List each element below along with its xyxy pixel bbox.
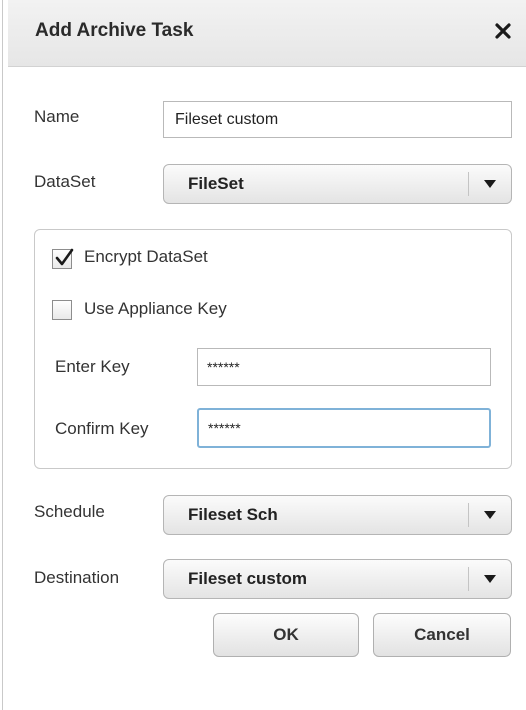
close-icon[interactable] bbox=[486, 14, 520, 48]
schedule-select[interactable]: Fileset Sch bbox=[163, 495, 512, 535]
dialog-titlebar: Add Archive Task bbox=[8, 0, 526, 67]
chevron-down-icon[interactable] bbox=[479, 165, 501, 203]
chevron-down-icon[interactable] bbox=[479, 560, 501, 598]
destination-label: Destination bbox=[34, 568, 120, 587]
schedule-select-value: Fileset Sch bbox=[188, 505, 278, 524]
chevron-down-icon[interactable] bbox=[479, 496, 501, 534]
encryption-group: Encrypt DataSet Use Appliance Key Enter … bbox=[34, 229, 512, 469]
enter-key-label: Enter Key bbox=[55, 357, 130, 376]
use-appliance-key-label: Use Appliance Key bbox=[84, 299, 227, 318]
select-divider bbox=[468, 567, 469, 591]
add-archive-task-dialog: Add Archive Task Name Fileset custom Dat… bbox=[0, 0, 526, 710]
use-appliance-key-checkbox[interactable] bbox=[52, 300, 72, 320]
dialog-border bbox=[2, 0, 3, 710]
checkmark-icon bbox=[55, 248, 74, 266]
enter-key-input[interactable]: ****** bbox=[197, 348, 491, 386]
encrypt-dataset-checkbox[interactable] bbox=[52, 248, 74, 269]
dataset-select-value: FileSet bbox=[188, 174, 244, 193]
destination-select-value: Fileset custom bbox=[188, 569, 308, 588]
schedule-label: Schedule bbox=[34, 502, 105, 521]
confirm-key-label: Confirm Key bbox=[55, 419, 149, 438]
name-input[interactable]: Fileset custom bbox=[163, 101, 512, 138]
dataset-label: DataSet bbox=[34, 172, 96, 191]
dialog-title: Add Archive Task bbox=[35, 20, 194, 41]
select-divider bbox=[468, 503, 469, 527]
encrypt-dataset-label: Encrypt DataSet bbox=[84, 247, 208, 266]
dataset-select[interactable]: FileSet bbox=[163, 164, 512, 204]
ok-button[interactable]: OK bbox=[213, 613, 359, 657]
select-divider bbox=[468, 172, 469, 196]
name-label: Name bbox=[34, 107, 80, 126]
confirm-key-input[interactable]: ****** bbox=[197, 408, 491, 448]
destination-select[interactable]: Fileset custom bbox=[163, 559, 512, 599]
cancel-button[interactable]: Cancel bbox=[373, 613, 511, 657]
